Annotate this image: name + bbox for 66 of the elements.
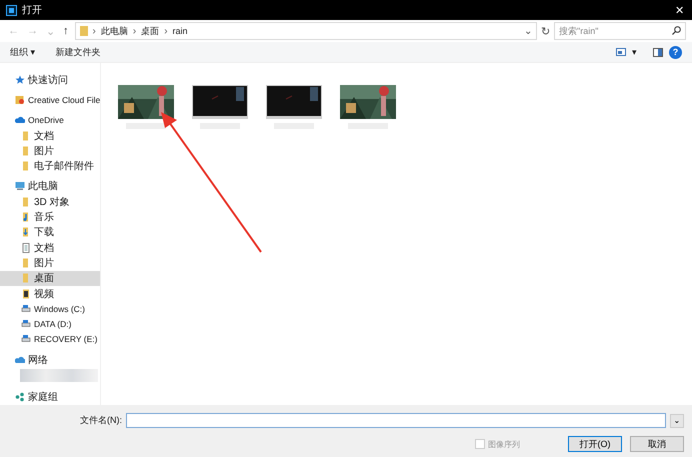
separator-icon: › (164, 26, 168, 36)
view-icon (616, 48, 626, 56)
video-folder-icon (21, 288, 31, 298)
folder-icon (21, 258, 31, 268)
refresh-button[interactable]: ↻ (541, 24, 550, 38)
breadcrumb[interactable]: 此电脑 (100, 24, 128, 38)
computer-icon (15, 181, 25, 192)
sidebar-item[interactable]: Windows (C:) (0, 301, 100, 316)
sidebar-item[interactable]: RECOVERY (E:) (0, 332, 100, 348)
sidebar-item[interactable]: 视频 (0, 286, 100, 302)
folder-icon (21, 273, 31, 284)
sidebar-item[interactable]: OneDrive (0, 112, 100, 128)
address-bar[interactable]: › 此电脑 › 桌面 › rain ⌄ (74, 22, 537, 40)
new-folder-button[interactable]: 新建文件夹 (56, 46, 101, 58)
network-icon (15, 354, 25, 365)
sidebar-item[interactable]: 下载 (0, 224, 100, 240)
folder-icon (21, 161, 31, 172)
view-options-button[interactable]: ▾ (632, 47, 637, 57)
sidebar-item[interactable]: 此电脑 (0, 178, 100, 194)
open-button[interactable]: 打开(O) (568, 436, 622, 452)
sidebar-item[interactable]: 3D 对象 (0, 194, 100, 210)
cloud-icon (15, 115, 25, 126)
drive-icon (21, 304, 31, 314)
sidebar-item[interactable]: DATA (D:) (0, 316, 100, 332)
music-folder-icon (21, 212, 31, 222)
sidebar-item[interactable]: 桌面 (0, 270, 100, 286)
separator-icon: › (92, 26, 96, 36)
folder-icon (21, 146, 31, 156)
organize-button[interactable]: 组织 ▾ (10, 46, 36, 58)
help-button[interactable]: ? (669, 46, 682, 58)
close-button[interactable]: ✕ (673, 4, 686, 16)
blurred-file-name (126, 123, 166, 129)
separator-icon: › (132, 26, 136, 36)
download-folder-icon (21, 227, 31, 238)
sidebar-item[interactable]: 电子邮件附件 (0, 158, 100, 174)
file-name-field[interactable] (126, 413, 666, 428)
drive-icon (21, 334, 31, 344)
sidebar-item[interactable]: 家庭组 (0, 389, 100, 405)
sidebar-item[interactable]: 文档 (0, 240, 100, 256)
search-icon (672, 26, 681, 35)
sidebar-item[interactable]: 音乐 (0, 209, 100, 225)
sidebar-item[interactable]: 图片 (0, 255, 100, 271)
search-field[interactable]: 搜索"rain" (554, 22, 686, 40)
file-type-dropdown[interactable]: ⌄ (670, 414, 684, 428)
cancel-button[interactable]: 取消 (630, 436, 684, 452)
folder-icon (21, 196, 31, 207)
folder-icon (21, 130, 31, 141)
preview-pane-icon (653, 48, 663, 56)
document-icon (21, 242, 31, 253)
folder-icon (80, 26, 88, 36)
drive-icon (21, 319, 31, 330)
sidebar-item[interactable]: Creative Cloud File (0, 92, 100, 108)
breadcrumb[interactable]: rain (172, 26, 188, 36)
sidebar-item[interactable]: 网络 (0, 352, 100, 368)
breadcrumb[interactable]: 桌面 (141, 24, 160, 38)
window-title: 打开 (22, 4, 43, 17)
star-icon (15, 74, 25, 85)
up-button[interactable]: ↑ (61, 25, 70, 37)
sidebar-item[interactable]: 文档 (0, 128, 100, 144)
sidebar-item[interactable]: 快速访问 (0, 72, 100, 88)
sidebar-item[interactable]: 图片 (0, 143, 100, 158)
app-icon (6, 4, 17, 16)
file-name-label: 文件名(N): (79, 414, 122, 427)
homegroup-icon (15, 392, 25, 402)
address-dropdown[interactable]: ⌄ (524, 25, 532, 37)
folder-icon (15, 94, 25, 105)
